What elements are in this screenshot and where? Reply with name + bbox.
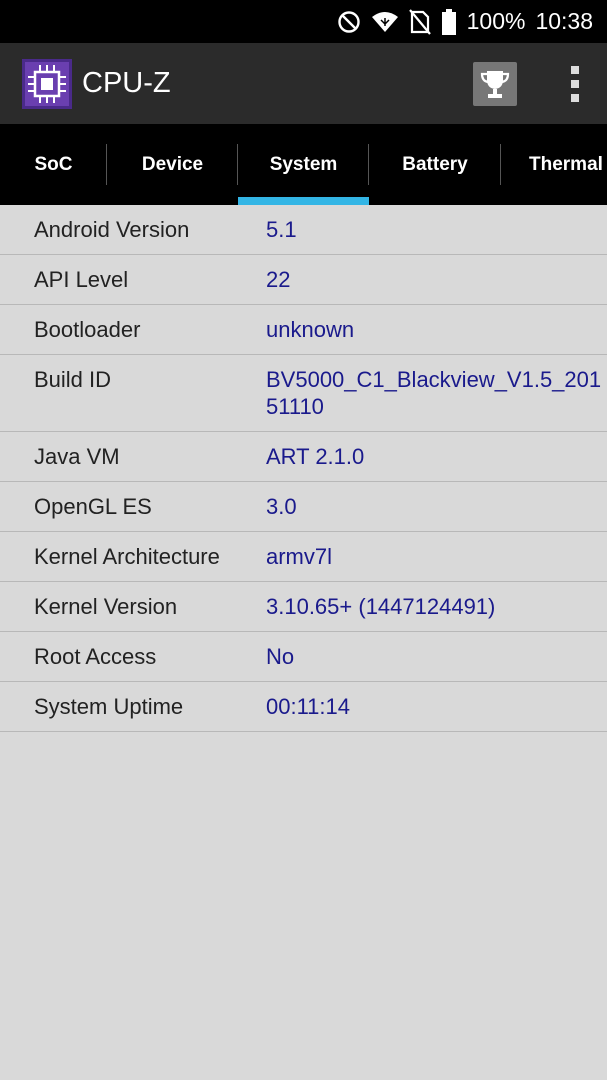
row-label: Build ID xyxy=(34,367,112,392)
tab-bar: SoC Device System Battery Thermal xyxy=(0,124,607,205)
row-bootloader: Bootloader unknown xyxy=(0,305,607,355)
battery-icon xyxy=(441,8,457,35)
do-not-disturb-icon xyxy=(337,10,361,34)
system-info-list: Android Version 5.1 API Level 22 Bootloa… xyxy=(0,205,607,732)
tab-label: SoC xyxy=(34,153,73,175)
overflow-menu-icon[interactable] xyxy=(565,65,585,102)
row-value: ART 2.1.0 xyxy=(266,444,365,469)
row-value: BV5000_C1_Blackview_V1.5_20151110 xyxy=(266,367,602,419)
tab-label: Thermal xyxy=(529,153,603,175)
row-value: 00:11:14 xyxy=(266,694,351,719)
app-title: CPU-Z xyxy=(82,67,171,99)
tab-system[interactable]: System xyxy=(238,124,369,205)
tab-thermal[interactable]: Thermal xyxy=(501,124,607,205)
row-label: Kernel Version xyxy=(34,594,178,619)
row-label: Kernel Architecture xyxy=(34,544,220,569)
row-root-access: Root Access No xyxy=(0,632,607,682)
row-value: No xyxy=(266,644,295,669)
row-android-version: Android Version 5.1 xyxy=(0,205,607,255)
row-api-level: API Level 22 xyxy=(0,255,607,305)
row-system-uptime: System Uptime 00:11:14 xyxy=(0,682,607,732)
row-label: OpenGL ES xyxy=(34,494,152,519)
row-kernel-architecture: Kernel Architecture armv7l xyxy=(0,532,607,582)
row-opengl-es: OpenGL ES 3.0 xyxy=(0,482,607,532)
row-label: Root Access xyxy=(34,644,157,669)
tab-label: System xyxy=(269,153,338,175)
tab-device[interactable]: Device xyxy=(107,124,238,205)
wifi-icon xyxy=(371,10,399,34)
row-value: 3.10.65+ (1447124491) xyxy=(266,594,496,619)
row-value: 22 xyxy=(266,267,291,292)
no-sim-icon xyxy=(408,8,431,35)
row-label: Java VM xyxy=(34,444,120,469)
row-label: System Uptime xyxy=(34,694,184,719)
row-label: API Level xyxy=(34,267,129,292)
row-value: armv7l xyxy=(266,544,333,569)
row-value: unknown xyxy=(266,317,355,342)
cpu-chip-icon xyxy=(22,58,72,109)
status-bar: 100% 10:38 xyxy=(0,0,607,43)
trophy-icon xyxy=(480,70,510,98)
tab-label: Device xyxy=(141,153,204,175)
row-value: 5.1 xyxy=(266,217,297,242)
trophy-button[interactable] xyxy=(473,61,517,106)
battery-percent: 100% xyxy=(466,8,526,34)
row-label: Bootloader xyxy=(34,317,141,342)
clock-time: 10:38 xyxy=(535,8,593,34)
row-value: 3.0 xyxy=(266,494,297,519)
row-build-id: Build ID BV5000_C1_Blackview_V1.5_201511… xyxy=(0,355,607,432)
row-java-vm: Java VM ART 2.1.0 xyxy=(0,432,607,482)
app-bar: CPU-Z xyxy=(0,43,607,124)
tab-label: Battery xyxy=(402,153,468,175)
row-label: Android Version xyxy=(34,217,190,242)
tab-battery[interactable]: Battery xyxy=(369,124,501,205)
row-kernel-version: Kernel Version 3.10.65+ (1447124491) xyxy=(0,582,607,632)
tab-soc[interactable]: SoC xyxy=(0,124,107,205)
